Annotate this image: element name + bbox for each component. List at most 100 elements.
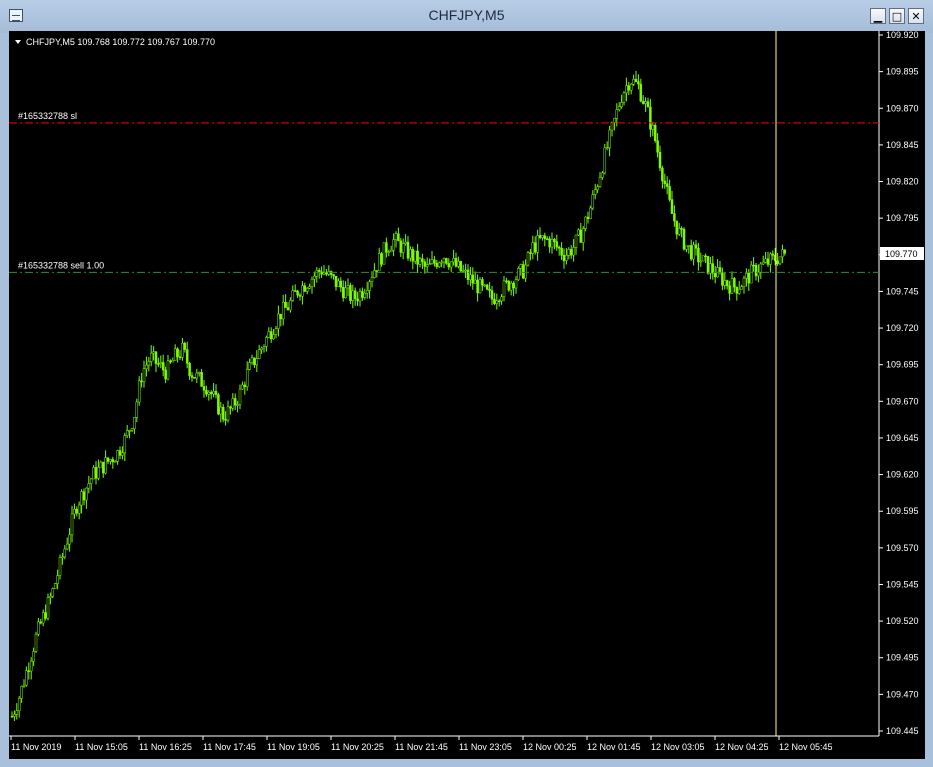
candle-body [519,264,523,269]
minimize-button[interactable]: ▁ [870,8,886,24]
candle-body [399,240,403,253]
candle-body [447,263,451,268]
candle-body [733,278,736,288]
close-button[interactable]: ✕ [908,8,924,24]
maximize-button[interactable]: □ [889,8,905,24]
candle-body [512,282,515,289]
time-tick-label: 11 Nov 23:05 [459,742,512,752]
candle-body [109,459,112,462]
candle-body [435,262,439,267]
candle-body [699,260,703,263]
candle-body [382,242,386,265]
candle-body [457,261,460,267]
candle-body [538,235,542,238]
candle-body [596,186,599,191]
candle-body [53,583,57,589]
candle-body [704,255,707,257]
candle-body [200,372,203,387]
candle-body [572,247,575,256]
candle-body [166,360,170,380]
candle-body [500,296,503,302]
price-tick-label: 109.895 [886,67,919,77]
candle-body [89,478,93,484]
candle-body [205,390,208,395]
candle-body [337,280,340,287]
time-tick-label: 11 Nov 15:05 [75,742,128,752]
candle-body [478,279,482,294]
candle-body [375,270,379,272]
candle-body [202,386,206,391]
candle-body [224,419,227,421]
stop-loss-label: #165332788 sl [18,111,77,121]
candle-body [421,258,424,263]
candle-body [730,278,734,294]
candle-body [173,348,177,361]
candle-body [65,543,69,550]
candle-body [217,394,220,415]
time-tick-label: 11 Nov 2019 [11,742,61,752]
candle-body [351,290,355,301]
candle-body [291,290,295,301]
candle-body [130,428,134,431]
candle-body [147,361,151,366]
candle-body [229,406,232,409]
candles [10,70,787,721]
candle-body [87,483,91,489]
candle-body [663,180,667,184]
candle-body [593,189,597,195]
candle-body [589,207,592,220]
candle-body [267,331,271,338]
candle-body [334,275,338,287]
price-tick-label: 109.920 [886,31,919,40]
candle-body [363,292,367,298]
candle-body [550,239,554,248]
chart-canvas[interactable]: 109.920 109.895 109.870 109.845 109.820 109.7… [9,31,925,759]
candle-body [265,337,268,347]
price-tick-label: 109.745 [886,286,919,296]
candle-body [61,556,64,559]
candle-body [469,274,472,280]
candle-body [145,364,148,369]
candle-body [632,78,635,85]
candle-body [253,357,256,366]
candle-body [241,384,244,390]
candle-body [598,177,602,187]
candle-body [56,575,59,584]
candle-body [526,252,530,266]
candle-body [709,263,712,274]
candle-body [255,358,259,366]
dropdown-triangle-icon[interactable] [15,40,21,44]
candle-body [152,351,155,354]
candle-body [562,254,566,262]
price-tick-label: 109.620 [886,470,919,480]
candle-body [353,290,357,300]
candle-body [387,251,391,254]
order-label: #165332788 sell 1.00 [18,260,104,270]
candle-body [75,508,79,514]
candle-body [466,269,470,280]
candle-body [262,346,266,349]
candle-body [416,250,419,265]
price-chart[interactable]: 109.920 109.895 109.870 109.845 109.820 109.7… [9,31,925,759]
candle-body [70,513,74,536]
candle-body [193,377,196,379]
candle-body [368,281,371,291]
candle-body [531,242,535,254]
candle-body [692,244,695,260]
candle-body [63,548,67,558]
price-tick-label: 109.795 [886,213,919,223]
candle-body [373,270,376,278]
candle-body [495,300,499,304]
time-tick-label: 11 Nov 20:25 [331,742,384,752]
candle-body [94,467,98,479]
candle-body [274,328,278,335]
candle-body [754,264,758,277]
candle-body [236,404,239,406]
candle-body [745,273,748,279]
candle-body [529,252,532,254]
candle-body [377,253,381,272]
candle-body [233,398,237,406]
title-bar[interactable]: CHFJPY,M5 ▁ □ ✕ [0,0,933,33]
candle-body [250,357,254,363]
candle-body [620,102,623,107]
